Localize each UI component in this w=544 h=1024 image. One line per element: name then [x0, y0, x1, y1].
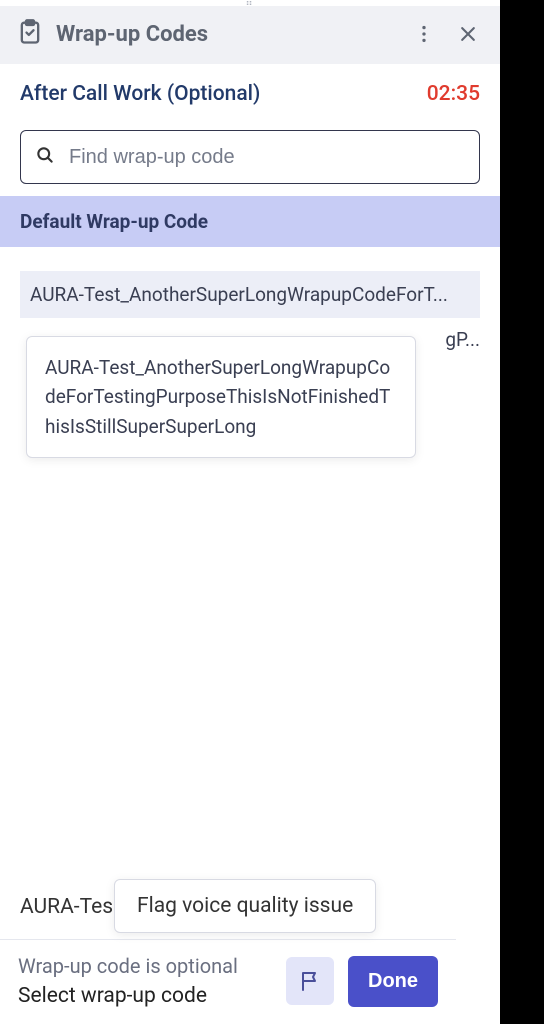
- acw-timer: 02:35: [427, 82, 480, 106]
- acw-label: After Call Work (Optional): [20, 82, 260, 106]
- select-hint: Select wrap-up code: [18, 984, 272, 1008]
- action-bar: Wrap-up code is optional Select wrap-up …: [0, 940, 456, 1024]
- search-box[interactable]: [20, 130, 480, 184]
- flag-button[interactable]: [286, 957, 334, 1005]
- clipboard-check-icon: [16, 18, 44, 50]
- search-input[interactable]: [69, 146, 465, 169]
- search-icon: [35, 145, 55, 169]
- close-icon: [458, 24, 478, 44]
- panel-title: Wrap-up Codes: [56, 22, 396, 47]
- wrapup-code-item[interactable]: AURA-Test_AnotherSuperLongWrapupCodeForT…: [20, 271, 480, 318]
- close-button[interactable]: [452, 18, 484, 50]
- selected-tag-text: AURA-Tes: [20, 895, 113, 919]
- code-full-name-tooltip: AURA-Test_AnotherSuperLongWrapupCodeForT…: [26, 336, 416, 458]
- done-button[interactable]: Done: [348, 956, 438, 1007]
- code-trailing-fragment: gP...: [445, 328, 480, 351]
- wrapup-panel: ⠿ Wrap-up Codes After Call Work (Optiona…: [0, 0, 500, 1024]
- drag-dots-icon: ⠿: [245, 2, 254, 6]
- more-options-button[interactable]: [408, 18, 440, 50]
- panel-header: Wrap-up Codes: [0, 6, 500, 64]
- flag-voice-quality-popup[interactable]: Flag voice quality issue: [114, 879, 376, 933]
- footer: AURA-Tes Flag voice quality issue Wrap-u…: [0, 881, 456, 1024]
- kebab-icon: [413, 23, 435, 45]
- search-row: [0, 122, 500, 196]
- selected-tag-row: AURA-Tes Flag voice quality issue: [0, 881, 456, 940]
- flag-icon: [298, 969, 322, 993]
- after-call-work-row: After Call Work (Optional) 02:35: [0, 64, 500, 122]
- action-text: Wrap-up code is optional Select wrap-up …: [18, 954, 272, 1008]
- default-code-section-header: Default Wrap-up Code: [0, 196, 500, 247]
- optional-hint: Wrap-up code is optional: [18, 954, 272, 978]
